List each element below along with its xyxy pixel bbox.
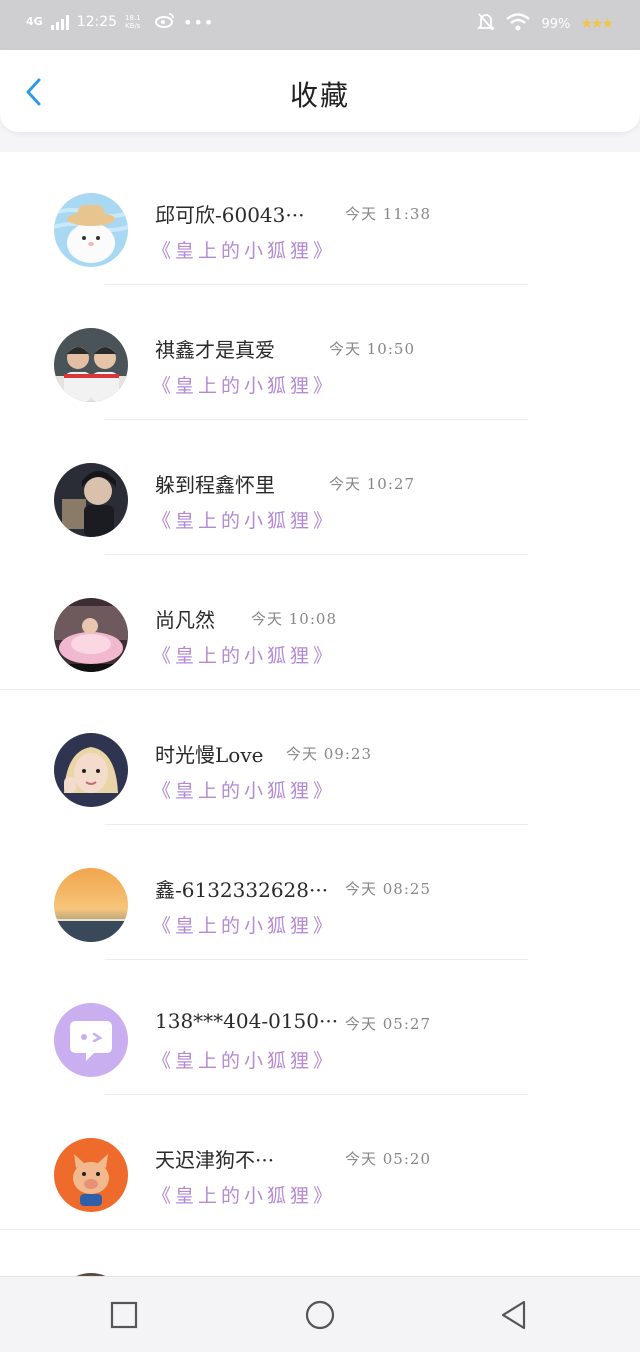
book-title: 《皇上的小狐狸》	[152, 780, 337, 802]
contact-name: 躲到程鑫怀里	[155, 473, 275, 497]
avatar	[54, 193, 128, 267]
list-item[interactable]: 天迟津狗不··· 今天 05:20 《皇上的小狐狸》	[0, 1097, 640, 1232]
book-title: 《皇上的小狐狸》	[152, 645, 337, 667]
timestamp: 今天 05:20	[345, 1150, 431, 1168]
contact-name: 邱可欣-60043···	[155, 203, 305, 227]
list-item[interactable]: 邱可欣-60043··· 今天 11:38 《皇上的小狐狸》	[0, 152, 640, 287]
bell-off-icon	[477, 12, 496, 36]
system-nav-bar	[0, 1276, 640, 1352]
book-title: 《皇上的小狐狸》	[152, 240, 337, 262]
network-speed: 18.1 KB/s	[125, 14, 141, 30]
list-item[interactable]	[0, 1232, 640, 1276]
timestamp: 今天 11:38	[345, 205, 431, 223]
contact-name: 鑫-6132332628···	[155, 878, 329, 902]
timestamp: 今天 10:08	[251, 610, 337, 628]
list-item[interactable]: 鑫-6132332628··· 今天 08:25 《皇上的小狐狸》	[0, 827, 640, 962]
square-icon	[110, 1301, 138, 1329]
divider	[105, 419, 528, 420]
home-button[interactable]	[304, 1299, 336, 1331]
avatar	[54, 463, 128, 537]
book-title: 《皇上的小狐狸》	[152, 1185, 337, 1207]
list-item[interactable]: 祺鑫才是真爱 今天 10:50 《皇上的小狐狸》	[0, 287, 640, 422]
system-back-button[interactable]	[498, 1299, 530, 1331]
divider	[105, 959, 528, 960]
avatar	[54, 733, 128, 807]
timestamp: 今天 10:27	[329, 475, 415, 493]
book-title: 《皇上的小狐狸》	[152, 1050, 337, 1072]
status-left: 4G 12:25 18.1 KB/s •••	[26, 12, 214, 32]
contact-name: 138***404-0150···	[155, 1009, 339, 1033]
stars-icon: ★★★	[580, 16, 614, 32]
page-title: 收藏	[289, 79, 350, 112]
avatar	[54, 868, 128, 942]
network-type: 4G	[26, 15, 43, 28]
divider	[105, 824, 528, 825]
book-title: 《皇上的小狐狸》	[152, 375, 337, 397]
divider	[0, 1229, 640, 1230]
book-title: 《皇上的小狐狸》	[152, 915, 337, 937]
list-item[interactable]: 躲到程鑫怀里 今天 10:27 《皇上的小狐狸》	[0, 422, 640, 557]
circle-icon	[305, 1300, 335, 1330]
contact-name: 时光慢Love	[155, 743, 264, 767]
avatar	[54, 1138, 128, 1212]
avatar	[54, 1003, 128, 1077]
list-item[interactable]: 138***404-0150··· 今天 05:27 《皇上的小狐狸》	[0, 962, 640, 1097]
favorites-list: 邱可欣-60043··· 今天 11:38 《皇上的小狐狸》 祺鑫才是真爱 今天…	[0, 152, 640, 1276]
contact-name: 天迟津狗不···	[155, 1148, 275, 1172]
divider	[105, 554, 528, 555]
timestamp: 今天 08:25	[345, 880, 431, 898]
battery-level: 99%	[541, 16, 571, 32]
timestamp: 今天 05:27	[345, 1015, 431, 1033]
signal-icon	[50, 14, 69, 30]
contact-name: 祺鑫才是真爱	[155, 338, 275, 362]
header-bar: 收藏	[0, 50, 640, 132]
recent-apps-button[interactable]	[108, 1299, 140, 1331]
divider	[0, 689, 640, 690]
weibo-icon	[155, 12, 175, 32]
status-right: 99% ★★★	[477, 12, 614, 36]
wifi-icon	[505, 13, 531, 35]
status-bar: 4G 12:25 18.1 KB/s ••• 99% ★★★	[0, 0, 640, 50]
divider	[105, 1094, 528, 1095]
status-time: 12:25	[76, 14, 118, 30]
timestamp: 今天 09:23	[286, 745, 372, 763]
more-icon: •••	[183, 12, 215, 32]
contact-name: 尚凡然	[155, 608, 215, 632]
avatar	[54, 598, 128, 672]
list-item[interactable]: 时光慢Love 今天 09:23 《皇上的小狐狸》	[0, 692, 640, 827]
triangle-back-icon	[501, 1300, 526, 1330]
timestamp: 今天 10:50	[329, 340, 415, 358]
divider	[105, 284, 528, 285]
avatar	[54, 328, 128, 402]
book-title: 《皇上的小狐狸》	[152, 510, 337, 532]
list-item[interactable]: 尚凡然 今天 10:08 《皇上的小狐狸》	[0, 557, 640, 692]
